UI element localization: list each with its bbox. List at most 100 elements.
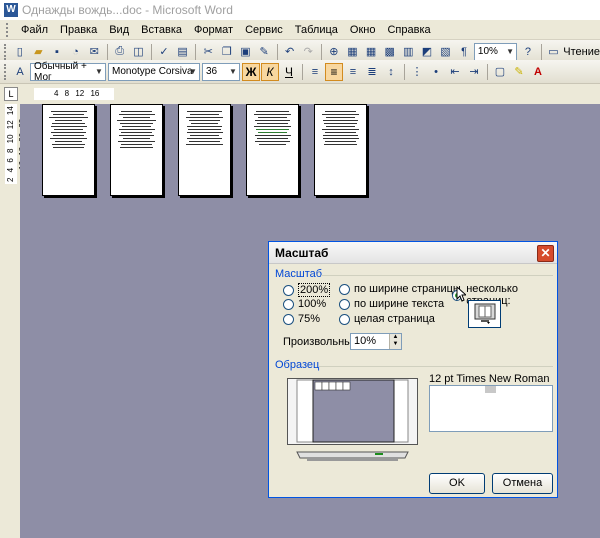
- bullets-icon[interactable]: •: [427, 63, 445, 81]
- save-icon[interactable]: ▪: [48, 43, 66, 61]
- document-map-icon[interactable]: ▧: [437, 43, 455, 61]
- cut-icon[interactable]: ✂: [199, 43, 217, 61]
- mouse-cursor-icon: [456, 286, 466, 302]
- cancel-button[interactable]: Отмена: [492, 473, 553, 494]
- radio-zoom-200[interactable]: 200%: [283, 283, 331, 297]
- dialog-title: Масштаб: [269, 242, 557, 264]
- chevron-down-icon[interactable]: ▼: [94, 65, 104, 79]
- format-painter-icon[interactable]: ✎: [255, 43, 273, 61]
- custom-zoom-input[interactable]: 10% ▲ ▼: [350, 333, 402, 350]
- page-thumbnail[interactable]: [110, 104, 163, 196]
- radio-whole-page[interactable]: целая страница: [339, 313, 435, 325]
- radio-text-width[interactable]: по ширине текста: [339, 298, 444, 310]
- align-right-icon[interactable]: ≡: [344, 63, 362, 81]
- borders-icon[interactable]: ▢: [491, 63, 509, 81]
- menu-insert[interactable]: Вставка: [135, 24, 188, 36]
- permission-icon[interactable]: ◔: [67, 43, 85, 61]
- radio-button[interactable]: [339, 298, 350, 310]
- radio-button[interactable]: [283, 284, 294, 296]
- open-folder-icon[interactable]: ▰: [30, 43, 48, 61]
- radio-label: 200%: [298, 283, 331, 297]
- align-center-icon[interactable]: ≡: [325, 62, 343, 81]
- menu-tools[interactable]: Сервис: [239, 24, 289, 36]
- radio-button[interactable]: [283, 313, 294, 325]
- reading-layout-icon[interactable]: ▭: [545, 43, 563, 61]
- styles-icon[interactable]: A: [11, 63, 29, 81]
- line-spacing-icon[interactable]: ↕: [382, 63, 400, 81]
- ok-button[interactable]: OK: [429, 473, 485, 494]
- radio-page-width[interactable]: по ширине страницы: [339, 283, 461, 295]
- page-thumbnail[interactable]: [314, 104, 367, 196]
- ruler-ticks: 4 8 12 16: [34, 88, 114, 100]
- style-dropdown[interactable]: Обычный + Мог ▼: [30, 61, 106, 83]
- menu-window[interactable]: Окно: [344, 24, 382, 36]
- new-document-icon[interactable]: ▯: [11, 43, 29, 61]
- font-size-value: 36: [206, 66, 218, 77]
- toolbar-grip[interactable]: [4, 63, 7, 80]
- decrease-indent-icon[interactable]: ⇤: [446, 63, 464, 81]
- paste-icon[interactable]: ▣: [237, 43, 255, 61]
- tables-borders-icon[interactable]: ▦: [344, 43, 362, 61]
- font-dropdown[interactable]: Monotype Corsiva ▼: [108, 62, 200, 81]
- radio-button[interactable]: [339, 313, 350, 325]
- page-thumbnail[interactable]: [178, 104, 231, 196]
- toolbar-separator: [540, 43, 542, 60]
- drawing-icon[interactable]: ◩: [418, 43, 436, 61]
- align-left-icon[interactable]: ≡: [306, 63, 324, 81]
- chevron-down-icon[interactable]: ▼: [228, 65, 238, 79]
- numbering-icon[interactable]: ⋮: [408, 63, 426, 81]
- radio-button[interactable]: [283, 298, 294, 310]
- radio-button[interactable]: [339, 283, 350, 295]
- menu-help[interactable]: Справка: [381, 24, 436, 36]
- menu-format[interactable]: Формат: [188, 24, 239, 36]
- radio-zoom-100[interactable]: 100%: [283, 298, 326, 310]
- menu-file[interactable]: Файл: [15, 24, 54, 36]
- preview-group-label: Образец: [275, 359, 320, 371]
- menu-table[interactable]: Таблица: [289, 24, 344, 36]
- underline-button[interactable]: Ч: [280, 63, 298, 81]
- font-sample-box: [429, 385, 553, 432]
- bold-button[interactable]: Ж: [242, 62, 260, 81]
- formatting-toolbar: A Обычный + Мог ▼ Monotype Corsiva ▼ 36 …: [0, 60, 600, 84]
- menu-edit[interactable]: Правка: [54, 24, 103, 36]
- research-icon[interactable]: ▤: [174, 43, 192, 61]
- chevron-down-icon[interactable]: ▼: [505, 45, 515, 59]
- chevron-down-icon[interactable]: ▼: [188, 65, 198, 79]
- undo-icon[interactable]: ↶: [281, 43, 299, 61]
- zoom-dropdown[interactable]: 10% ▼: [473, 42, 518, 61]
- spelling-icon[interactable]: ✓: [155, 43, 173, 61]
- redo-icon[interactable]: ↷: [299, 43, 317, 61]
- increase-indent-icon[interactable]: ⇥: [465, 63, 483, 81]
- page-thumbnail[interactable]: [42, 104, 95, 196]
- print-icon[interactable]: ⎙: [111, 43, 129, 61]
- close-icon[interactable]: ✕: [537, 245, 554, 262]
- many-pages-button[interactable]: [468, 300, 501, 328]
- zoom-group-label: Масштаб: [275, 268, 323, 280]
- spin-buttons[interactable]: ▲ ▼: [389, 334, 401, 349]
- tab-selector[interactable]: L: [4, 87, 18, 101]
- insert-excel-icon[interactable]: ▩: [381, 43, 399, 61]
- highlight-icon[interactable]: ✎: [510, 63, 528, 81]
- menu-view[interactable]: Вид: [103, 24, 135, 36]
- toolbar-separator: [276, 43, 278, 60]
- justify-icon[interactable]: ≣: [363, 63, 381, 81]
- insert-table-icon[interactable]: ▦: [362, 43, 380, 61]
- italic-button[interactable]: К: [261, 62, 279, 81]
- font-size-dropdown[interactable]: 36 ▼: [202, 62, 240, 81]
- show-hide-icon[interactable]: ¶: [455, 43, 473, 61]
- print-preview-icon[interactable]: ◫: [130, 43, 148, 61]
- menu-grip[interactable]: [6, 22, 9, 37]
- radio-zoom-75[interactable]: 75%: [283, 313, 320, 325]
- help-icon[interactable]: ?: [519, 43, 537, 61]
- hyperlink-icon[interactable]: ⊕: [325, 43, 343, 61]
- reading-layout-button[interactable]: Чтение: [563, 46, 600, 58]
- page-thumbnail[interactable]: [246, 104, 299, 196]
- font-color-icon[interactable]: A: [529, 63, 547, 81]
- toolbar-grip[interactable]: [4, 43, 7, 60]
- toolbar-separator: [151, 43, 153, 60]
- email-icon[interactable]: ✉: [85, 43, 103, 61]
- columns-icon[interactable]: ▥: [399, 43, 417, 61]
- radio-label: по ширине страницы: [354, 283, 461, 295]
- copy-icon[interactable]: ❐: [218, 43, 236, 61]
- font-sample-label: 12 pt Times New Roman: [429, 373, 550, 385]
